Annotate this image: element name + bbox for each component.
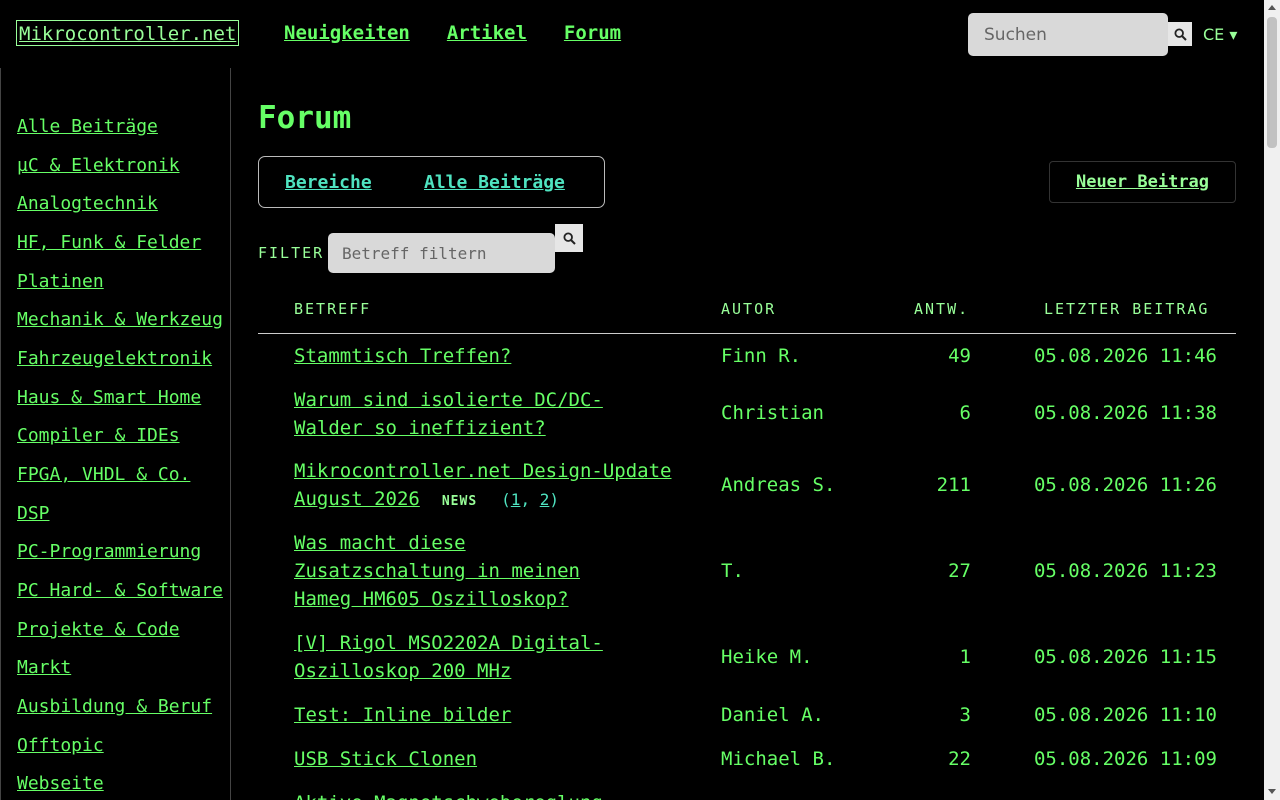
thread-replies: 27: [948, 560, 971, 582]
thread-last-post[interactable]: 05.08.2026 11:38: [978, 399, 1217, 427]
nav-forum-link[interactable]: Forum: [564, 22, 621, 44]
tab-areas[interactable]: Bereiche: [285, 172, 372, 193]
sidebar-item-haus-smart-home[interactable]: Haus & Smart Home: [17, 387, 201, 408]
thread-author: Finn R.: [721, 345, 802, 367]
scroll-up-arrow-icon[interactable]: [1268, 5, 1276, 10]
thread-replies: 22: [948, 748, 971, 770]
sidebar-item-platinen[interactable]: Platinen: [17, 271, 104, 292]
thread-last-post[interactable]: 05.08.2026 11:23: [978, 557, 1217, 585]
sidebar-item-ausbildung[interactable]: Ausbildung & Beruf: [17, 696, 212, 717]
language-selector[interactable]: CE ▾: [1203, 25, 1237, 44]
site-search-input[interactable]: [968, 13, 1168, 56]
forum-tabs: Bereiche Alle Beiträge: [258, 156, 605, 208]
page-title: Forum: [258, 100, 352, 136]
thread-subject-link[interactable]: Aktive Magnetschwebereglung: [294, 789, 694, 800]
nav-news-link[interactable]: Neuigkeiten: [284, 22, 410, 44]
thread-subject-link[interactable]: Stammtisch Treffen?: [294, 342, 694, 370]
sidebar-item-analogtechnik[interactable]: Analogtechnik: [17, 193, 158, 214]
sidebar-item-hf-funk[interactable]: HF, Funk & Felder: [17, 232, 201, 253]
sidebar-item-fahrzeugelektronik[interactable]: Fahrzeugelektronik: [17, 348, 212, 369]
sidebar-item-markt[interactable]: Markt: [17, 657, 71, 678]
search-icon: [562, 231, 576, 245]
thread-author: T.: [721, 560, 744, 582]
nav-articles-link[interactable]: Artikel: [447, 22, 527, 44]
column-header-author[interactable]: AUTOR: [721, 300, 776, 318]
subject-filter-input[interactable]: [328, 233, 555, 273]
sidebar-item-uc-elektronik[interactable]: µC & Elektronik: [17, 155, 180, 176]
thread-subject-link[interactable]: [V] Rigol MSO2202A Digital-Oszilloskop 2…: [294, 629, 664, 685]
thread-subject-link[interactable]: Test: Inline bilder: [294, 701, 694, 729]
column-header-replies[interactable]: ANTW.: [914, 300, 969, 318]
table-row: Aktive Magnetschwebereglung: [258, 786, 1236, 800]
thread-replies: 49: [948, 345, 971, 367]
thread-author: Andreas S.: [721, 474, 836, 496]
thread-last-post[interactable]: 05.08.2026 11:15: [978, 643, 1217, 671]
thread-author: Heike M.: [721, 646, 813, 668]
site-search-button[interactable]: [1168, 22, 1192, 46]
column-header-subject[interactable]: BETREFF: [294, 300, 371, 318]
sidebar-item-compiler[interactable]: Compiler & IDEs: [17, 425, 180, 446]
sidebar-item-pc-hardware[interactable]: PC Hard- & Software: [17, 580, 223, 601]
filter-label: FILTER: [258, 244, 325, 262]
sidebar: Alle Beiträge µC & Elektronik Analogtech…: [0, 68, 231, 800]
sidebar-item-dsp[interactable]: DSP: [17, 503, 50, 524]
thread-last-post[interactable]: 05.08.2026 11:26: [978, 471, 1217, 499]
thread-replies: 1: [959, 646, 971, 668]
thread-last-post[interactable]: 05.08.2026 11:46: [978, 342, 1217, 370]
search-icon: [1173, 27, 1187, 41]
sidebar-item-all-posts[interactable]: Alle Beiträge: [17, 116, 158, 137]
thread-replies: 6: [959, 402, 971, 424]
scrollbar-thumb[interactable]: [1267, 17, 1277, 148]
thread-subject-link[interactable]: USB Stick Clonen: [294, 745, 694, 773]
thread-last-post[interactable]: 05.08.2026 11:10: [978, 701, 1217, 729]
news-badge: NEWS: [441, 494, 478, 509]
top-navigation: Neuigkeiten Artikel Forum: [284, 22, 621, 44]
thread-subject-cell: Mikrocontroller.net Design-Update August…: [294, 457, 694, 516]
thread-author: Daniel A.: [721, 704, 824, 726]
scroll-down-arrow-icon[interactable]: [1268, 789, 1276, 794]
page-link-1[interactable]: 1: [511, 490, 521, 509]
thread-pages: (1, 2): [501, 490, 559, 509]
new-post-label: Neuer Beitrag: [1075, 172, 1210, 192]
thread-subject-link[interactable]: Was macht diese Zusatzschaltung in meine…: [294, 529, 634, 613]
thread-replies: 211: [936, 474, 971, 496]
sidebar-item-projekte[interactable]: Projekte & Code: [17, 619, 180, 640]
site-logo-link[interactable]: Mikrocontroller.net: [16, 20, 240, 46]
new-post-button[interactable]: Neuer Beitrag: [1049, 161, 1236, 203]
thread-author: Christian: [721, 402, 824, 424]
filter-search-button[interactable]: [555, 224, 583, 252]
page-scrollbar[interactable]: [1264, 0, 1280, 800]
page-link-2[interactable]: 2: [540, 490, 550, 509]
thread-subject-link[interactable]: Mikrocontroller.net Design-Update August…: [294, 460, 672, 510]
sidebar-item-pc-programmierung[interactable]: PC-Programmierung: [17, 541, 201, 562]
sidebar-item-offtopic[interactable]: Offtopic: [17, 735, 104, 756]
top-bar: Mikrocontroller.net Neuigkeiten Artikel …: [0, 0, 1264, 68]
thread-last-post[interactable]: 05.08.2026 11:09: [978, 745, 1217, 773]
thread-replies: 3: [959, 704, 971, 726]
tab-all-posts[interactable]: Alle Beiträge: [424, 172, 565, 193]
sidebar-item-mechanik[interactable]: Mechanik & Werkzeug: [17, 309, 223, 330]
sidebar-item-fpga[interactable]: FPGA, VHDL & Co.: [17, 464, 190, 485]
sidebar-item-webseite[interactable]: Webseite: [17, 773, 104, 794]
column-header-last-post[interactable]: LETZTER BEITRAG: [1044, 300, 1209, 318]
thread-subject-link[interactable]: Warum sind isolierte DC/DC-Walder so ine…: [294, 386, 664, 442]
table-header: BETREFF AUTOR ANTW. LETZTER BEITRAG: [258, 296, 1236, 334]
thread-author: Michael B.: [721, 748, 836, 770]
